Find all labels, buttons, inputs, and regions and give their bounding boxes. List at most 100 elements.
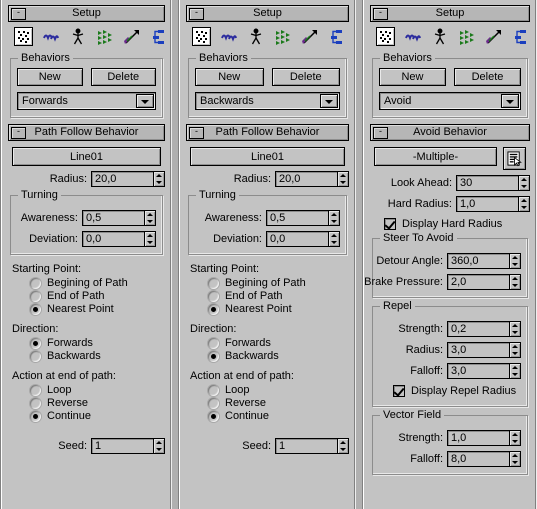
seed-input[interactable]: 1 xyxy=(91,438,153,454)
radius-spinner[interactable] xyxy=(153,171,165,187)
radio-reverse[interactable]: Reverse xyxy=(30,397,163,409)
awareness-spinner[interactable] xyxy=(144,210,156,226)
deviation-spinner[interactable] xyxy=(328,231,340,247)
radius-input[interactable]: 20,0 xyxy=(275,171,337,187)
radio-end-of-path[interactable]: End of Path xyxy=(30,290,163,302)
vector-strength-input[interactable]: 1,0 xyxy=(447,430,509,446)
behavior-dropdown[interactable]: Forwards xyxy=(17,92,156,110)
detour-angle-spinner[interactable] xyxy=(509,253,521,269)
radio-loop[interactable]: Loop xyxy=(208,384,347,396)
delete-behavior-button[interactable]: Delete xyxy=(90,68,156,86)
radio-continue[interactable]: Continue xyxy=(30,410,163,422)
rollout-minimize-box[interactable]: - xyxy=(373,8,388,20)
vector-arrow-icon[interactable] xyxy=(123,28,141,46)
path-object-button[interactable]: Line01 xyxy=(190,147,345,166)
radio-end-of-path[interactable]: End of Path xyxy=(208,290,347,302)
seed-spinner[interactable] xyxy=(337,438,349,454)
brake-pressure-spinner[interactable] xyxy=(509,274,521,290)
behavior-dropdown[interactable]: Avoid xyxy=(379,92,521,110)
awareness-input[interactable]: 0,5 xyxy=(82,210,144,226)
radio-nearest-point[interactable]: Nearest Point xyxy=(30,303,163,315)
path-object-button[interactable]: Line01 xyxy=(12,147,161,166)
bird-wave-icon[interactable] xyxy=(42,28,60,46)
brake-pressure-input[interactable]: 2,0 xyxy=(447,274,509,290)
new-behavior-button[interactable]: New xyxy=(195,68,264,86)
radio-beginning-of-path[interactable]: Begining of Path xyxy=(208,277,347,289)
radio-reverse[interactable]: Reverse xyxy=(208,397,347,409)
avoid-target-button[interactable]: -Multiple- xyxy=(374,147,497,166)
repel-strength-spinner[interactable] xyxy=(509,321,521,337)
radio-loop[interactable]: Loop xyxy=(30,384,163,396)
vector-falloff-spinner[interactable] xyxy=(509,451,521,467)
seed-spinner[interactable] xyxy=(153,438,165,454)
radio-beginning-of-path[interactable]: Begining of Path xyxy=(30,277,163,289)
look-ahead-spinner[interactable] xyxy=(518,175,530,191)
select-by-list-icon[interactable] xyxy=(503,147,526,170)
node-graph-icon[interactable] xyxy=(512,28,530,46)
rollout-minimize-box[interactable]: - xyxy=(11,127,26,139)
flock-arrows-icon[interactable] xyxy=(96,28,114,46)
chevron-down-icon[interactable] xyxy=(136,94,154,108)
crowd-icon[interactable] xyxy=(376,27,395,46)
biped-figure-icon[interactable] xyxy=(247,28,265,46)
seed-input[interactable]: 1 xyxy=(275,438,337,454)
radius-input[interactable]: 20,0 xyxy=(91,171,153,187)
rollout-header-setup[interactable]: - Setup xyxy=(186,5,349,22)
behavior-dropdown-value: Forwards xyxy=(22,95,68,107)
flock-arrows-icon[interactable] xyxy=(458,28,476,46)
hard-radius-input[interactable]: 1,0 xyxy=(456,196,518,212)
crowd-icon[interactable] xyxy=(192,27,211,46)
deviation-input[interactable]: 0,0 xyxy=(82,231,144,247)
rollout-header-path-follow[interactable]: - Path Follow Behavior xyxy=(8,124,165,141)
awareness-input[interactable]: 0,5 xyxy=(266,210,328,226)
deviation-input[interactable]: 0,0 xyxy=(266,231,328,247)
new-behavior-button[interactable]: New xyxy=(379,68,446,86)
radio-backwards[interactable]: Backwards xyxy=(30,350,163,362)
biped-figure-icon[interactable] xyxy=(431,28,449,46)
bird-wave-icon[interactable] xyxy=(220,28,238,46)
vector-arrow-icon[interactable] xyxy=(301,28,319,46)
repel-radius-input[interactable]: 3,0 xyxy=(447,342,509,358)
display-repel-radius-checkbox[interactable]: Display Repel Radius xyxy=(393,385,521,397)
new-behavior-button[interactable]: New xyxy=(17,68,83,86)
radio-nearest-point[interactable]: Nearest Point xyxy=(208,303,347,315)
delete-behavior-button[interactable]: Delete xyxy=(271,68,340,86)
chevron-down-icon[interactable] xyxy=(501,94,519,108)
awareness-spinner[interactable] xyxy=(328,210,340,226)
look-ahead-input[interactable]: 30 xyxy=(456,175,518,191)
vector-arrow-icon[interactable] xyxy=(485,28,503,46)
behavior-dropdown[interactable]: Backwards xyxy=(195,92,340,110)
hard-radius-spinner[interactable] xyxy=(518,196,530,212)
repel-falloff-spinner[interactable] xyxy=(509,363,521,379)
rollout-header-path-follow[interactable]: - Path Follow Behavior xyxy=(186,124,349,141)
delete-behavior-button[interactable]: Delete xyxy=(454,68,521,86)
biped-figure-icon[interactable] xyxy=(69,28,87,46)
node-graph-icon[interactable] xyxy=(150,28,168,46)
rollout-header-setup[interactable]: - Setup xyxy=(8,5,165,22)
deviation-spinner[interactable] xyxy=(144,231,156,247)
bird-wave-icon[interactable] xyxy=(404,28,422,46)
radius-spinner[interactable] xyxy=(337,171,349,187)
rollout-minimize-box[interactable]: - xyxy=(373,127,388,139)
rollout-minimize-box[interactable]: - xyxy=(11,8,26,20)
detour-angle-input[interactable]: 360,0 xyxy=(447,253,509,269)
vector-falloff-input[interactable]: 8,0 xyxy=(447,451,509,467)
radio-forwards[interactable]: Forwards xyxy=(208,337,347,349)
node-graph-icon[interactable] xyxy=(328,28,346,46)
rollout-header-avoid[interactable]: - Avoid Behavior xyxy=(370,124,530,141)
chevron-down-icon[interactable] xyxy=(320,94,338,108)
rollout-header-setup[interactable]: - Setup xyxy=(370,5,530,22)
display-hard-radius-checkbox[interactable]: Display Hard Radius xyxy=(384,218,530,230)
rollout-minimize-box[interactable]: - xyxy=(189,8,204,20)
crowd-icon[interactable] xyxy=(14,27,33,46)
flock-arrows-icon[interactable] xyxy=(274,28,292,46)
radio-continue[interactable]: Continue xyxy=(208,410,347,422)
radio-forwards[interactable]: Forwards xyxy=(30,337,163,349)
repel-strength-input[interactable]: 0,2 xyxy=(447,321,509,337)
repel-radius-spinner[interactable] xyxy=(509,342,521,358)
rollout-minimize-box[interactable]: - xyxy=(189,127,204,139)
repel-falloff-input[interactable]: 3,0 xyxy=(447,363,509,379)
checkbox-label: Display Hard Radius xyxy=(402,218,503,230)
radio-backwards[interactable]: Backwards xyxy=(208,350,347,362)
vector-strength-spinner[interactable] xyxy=(509,430,521,446)
